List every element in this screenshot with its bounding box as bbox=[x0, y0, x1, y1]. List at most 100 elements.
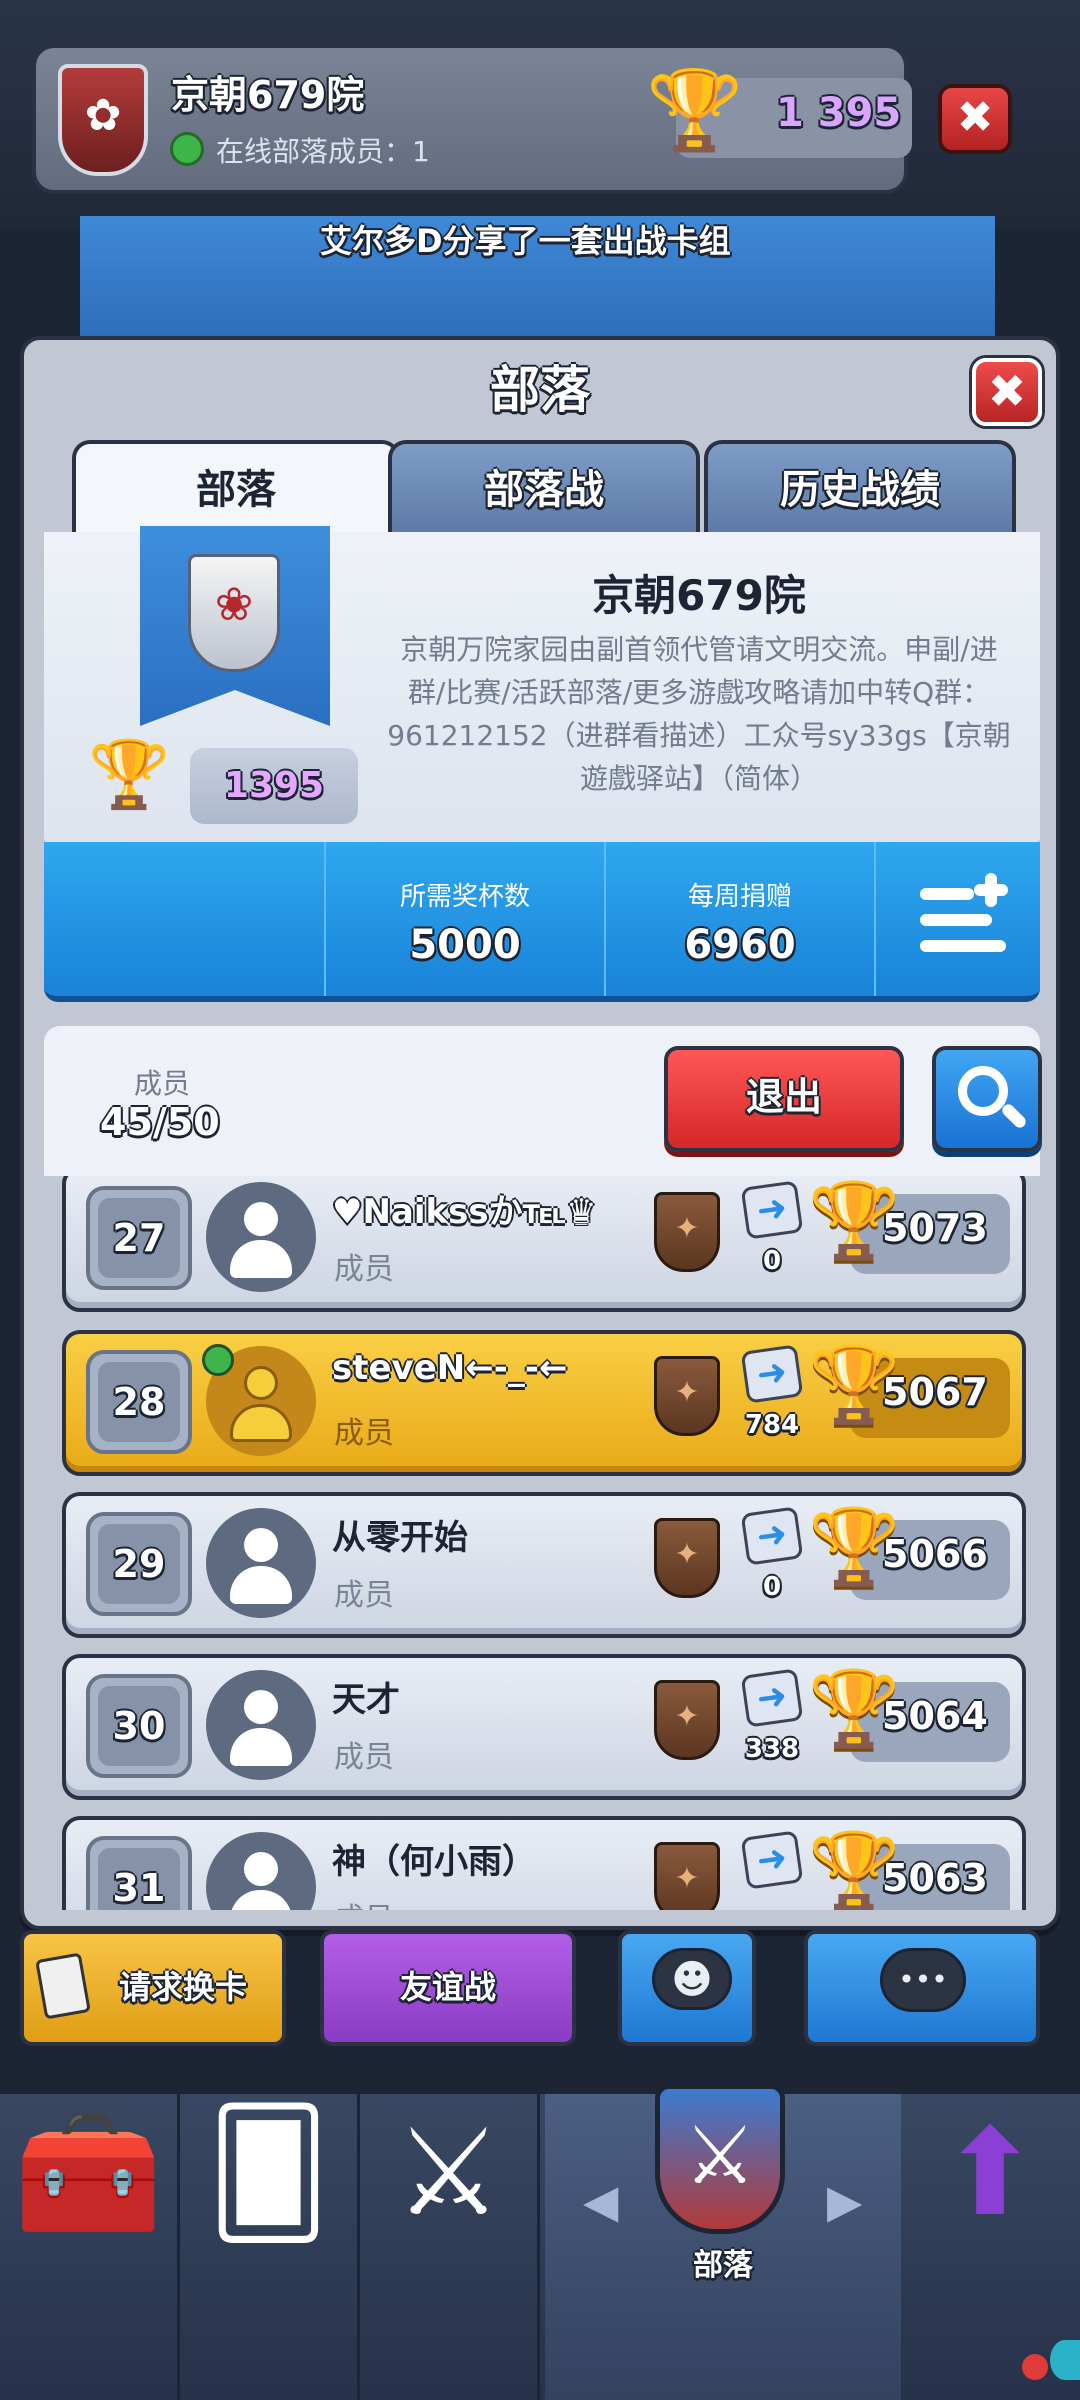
request-cards-button[interactable]: 请求换卡 bbox=[20, 1930, 286, 2046]
avatar bbox=[206, 1508, 316, 1618]
member-row[interactable]: 27 ♥Naikssか℡♛ 成员 0 5073 🏆 bbox=[62, 1176, 1026, 1312]
modal-close-button[interactable]: ✖ bbox=[972, 358, 1042, 426]
nav-battle[interactable]: ⚔ bbox=[360, 2094, 540, 2400]
chevron-left-icon[interactable]: ◀ bbox=[583, 2174, 618, 2228]
clan-header-bar[interactable]: 京朝679院 在线部落成员：1 1 395 🏆 bbox=[32, 44, 912, 194]
clan-trophy-icon: 🏆 bbox=[88, 736, 171, 813]
floating-assistant-icon[interactable] bbox=[1050, 2340, 1080, 2380]
tab-clan[interactable]: 部落 bbox=[72, 440, 400, 536]
member-name: ♥Naikssか℡♛ bbox=[332, 1192, 597, 1232]
nav-cards[interactable]: 🂠 bbox=[180, 2094, 360, 2400]
stat-weekly-donations-value: 6960 bbox=[684, 922, 796, 968]
shop-chest-icon: 🧰 bbox=[13, 2104, 164, 2243]
battle-swords-icon: ⚔ bbox=[394, 2104, 503, 2243]
chat-strip: 艾尔多D分享了一套出战卡组 bbox=[80, 216, 995, 336]
notification-dot bbox=[1022, 2354, 1048, 2380]
nav-shop[interactable]: 🧰 bbox=[0, 2094, 180, 2400]
gold-trophy-icon: 🏆 bbox=[808, 1178, 901, 1264]
emote-button[interactable] bbox=[618, 1930, 756, 2046]
member-name: 神（何小雨） bbox=[332, 1842, 536, 1882]
avatar bbox=[206, 1670, 316, 1780]
member-role: 成员 bbox=[334, 1894, 394, 1910]
nav-clan[interactable]: ◀ 部落 ▶ bbox=[545, 2084, 901, 2400]
clan-banner bbox=[140, 526, 330, 726]
member-row-self[interactable]: 28 steveN←-_-← 成员 784 5067 🏆 bbox=[62, 1330, 1026, 1476]
tab-history-label: 历史战绩 bbox=[780, 467, 940, 513]
tab-clan-label: 部落 bbox=[196, 467, 276, 513]
avatar bbox=[206, 1182, 316, 1292]
member-role: 成员 bbox=[334, 1578, 394, 1613]
donation-icon bbox=[740, 1344, 804, 1404]
clan-badge-icon bbox=[58, 64, 148, 176]
members-label: 成员 bbox=[134, 1067, 191, 1100]
member-rank: 31 bbox=[86, 1836, 192, 1910]
league-badge-icon bbox=[654, 1518, 720, 1598]
member-row[interactable]: 30 天才 成员 338 5064 🏆 bbox=[62, 1654, 1026, 1800]
member-name: steveN←-_-← bbox=[332, 1348, 568, 1388]
chat-button[interactable] bbox=[804, 1930, 1040, 2046]
purple-trophy-icon: 🏆 bbox=[646, 66, 744, 156]
donation-icon bbox=[740, 1180, 804, 1240]
cards-icon bbox=[35, 1952, 91, 2020]
gold-trophy-icon: 🏆 bbox=[808, 1342, 901, 1428]
chevron-right-icon[interactable]: ▶ bbox=[827, 2174, 862, 2228]
friendly-battle-button[interactable]: 友谊战 bbox=[320, 1930, 576, 2046]
clan-trophy-value: 1 395 bbox=[776, 90, 902, 136]
clan-shield-icon bbox=[188, 554, 280, 672]
clan-menu-icon[interactable] bbox=[914, 873, 1014, 966]
members-count: 45/50 bbox=[100, 1100, 220, 1144]
nav-clan-label: 部落 bbox=[693, 2248, 753, 2283]
online-indicator-icon bbox=[202, 1344, 234, 1376]
league-badge-icon bbox=[654, 1192, 720, 1272]
clan-modal: 部落 ✖ 部落 部落战 历史战绩 🏆 1395 京朝679院 京朝万院家园由副首… bbox=[20, 336, 1060, 1930]
clan-online-count: 在线部落成员：1 bbox=[216, 135, 430, 168]
clan-trophy-count: 1395 bbox=[190, 748, 358, 824]
header-close-button[interactable]: ✖ bbox=[938, 84, 1012, 154]
emote-icon bbox=[652, 1948, 732, 2010]
stat-required-trophies-value: 5000 bbox=[409, 922, 521, 968]
leave-clan-button[interactable]: 退出 bbox=[664, 1046, 904, 1152]
clan-description: 京朝万院家园由副首领代管请文明交流。申副/进群/比赛/活跃部落/更多游戲攻略请加… bbox=[387, 633, 1011, 795]
donation-icon bbox=[740, 1830, 804, 1890]
search-icon bbox=[958, 1066, 1008, 1116]
league-badge-icon bbox=[654, 1356, 720, 1436]
clan-name: 京朝679院 bbox=[592, 571, 806, 620]
tab-clan-war[interactable]: 部落战 bbox=[388, 440, 700, 536]
clan-info-panel: 🏆 1395 京朝679院 京朝万院家园由副首领代管请文明交流。申副/进群/比赛… bbox=[44, 526, 1040, 842]
stat-weekly-donations-label: 每周捐赠 bbox=[687, 882, 792, 912]
modal-title: 部落 bbox=[490, 361, 590, 419]
tab-history[interactable]: 历史战绩 bbox=[704, 440, 1016, 536]
member-rank: 27 bbox=[86, 1186, 192, 1290]
bottom-nav: 🧰 🂠 ⚔ ◀ 部落 ▶ ⬆ bbox=[0, 2084, 1080, 2400]
member-rank: 29 bbox=[86, 1512, 192, 1616]
donation-icon bbox=[740, 1506, 804, 1566]
member-role: 成员 bbox=[334, 1740, 394, 1775]
members-panel: 成员 45/50 退出 bbox=[44, 1026, 1042, 1176]
stat-required-trophies: 所需奖杯数 5000 bbox=[324, 842, 604, 996]
friendly-battle-label: 友谊战 bbox=[399, 1968, 496, 2006]
donation-icon bbox=[740, 1668, 804, 1728]
online-indicator-icon bbox=[170, 132, 204, 166]
member-list[interactable]: 27 ♥Naikssか℡♛ 成员 0 5073 🏆 28 steveN←-_-←… bbox=[44, 1176, 1040, 1910]
clan-stats-bar: 所需奖杯数 5000 每周捐赠 6960 bbox=[44, 842, 1040, 1002]
chat-icon bbox=[880, 1948, 966, 2012]
request-cards-label: 请求换卡 bbox=[118, 1968, 247, 2006]
member-row[interactable]: 29 从零开始 成员 0 5066 🏆 bbox=[62, 1492, 1026, 1638]
member-name: 天才 bbox=[332, 1680, 400, 1720]
cards-icon: 🂠 bbox=[207, 2104, 330, 2243]
search-button[interactable] bbox=[932, 1046, 1042, 1152]
member-role: 成员 bbox=[334, 1252, 394, 1287]
tab-clan-war-label: 部落战 bbox=[484, 467, 604, 513]
member-rank: 28 bbox=[86, 1350, 192, 1454]
stat-required-trophies-label: 所需奖杯数 bbox=[399, 882, 530, 912]
member-name: 从零开始 bbox=[332, 1518, 468, 1558]
stat-weekly-donations: 每周捐赠 6960 bbox=[604, 842, 874, 996]
clan-icon bbox=[655, 2084, 785, 2234]
member-rank: 30 bbox=[86, 1674, 192, 1778]
member-role: 成员 bbox=[334, 1416, 394, 1451]
league-badge-icon bbox=[654, 1842, 720, 1910]
clan-header-name: 京朝679院 bbox=[171, 73, 365, 117]
member-row[interactable]: 31 神（何小雨） 成员 5063 🏆 bbox=[62, 1816, 1026, 1910]
avatar bbox=[206, 1832, 316, 1910]
gold-trophy-icon: 🏆 bbox=[808, 1504, 901, 1590]
